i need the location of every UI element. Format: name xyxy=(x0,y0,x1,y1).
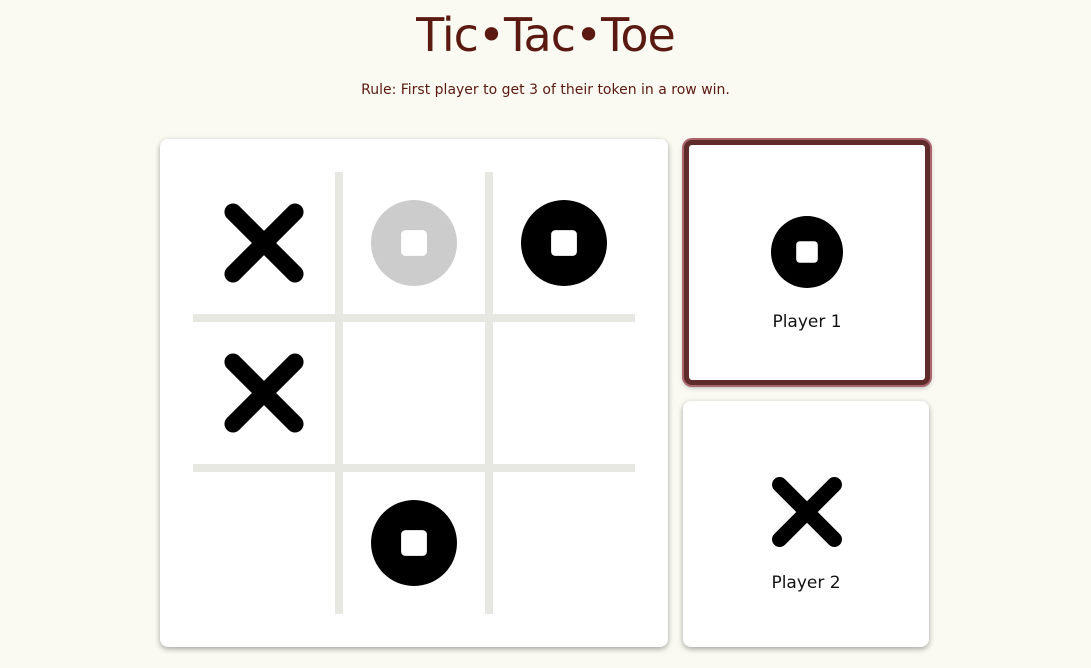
game-board xyxy=(160,139,668,647)
rule-text: Rule: First player to get 3 of their tok… xyxy=(361,82,730,98)
board-cell-r2-c2[interactable] xyxy=(339,318,489,468)
player-2-card[interactable]: Player 2 xyxy=(683,401,929,647)
board-cell-r1-c3[interactable] xyxy=(489,168,639,318)
board-cell-r2-c3[interactable] xyxy=(489,318,639,468)
cell-token xyxy=(521,350,607,436)
board-cell-r1-c2[interactable] xyxy=(339,168,489,318)
board-cell-r2-c1[interactable] xyxy=(189,318,339,468)
o-token-icon xyxy=(771,216,843,288)
cell-token xyxy=(521,200,607,286)
x-token-icon xyxy=(772,477,842,547)
page-title: Tic•Tac•Toe xyxy=(416,8,676,62)
cell-token xyxy=(221,200,307,286)
o-token-icon xyxy=(371,200,457,286)
o-token-icon xyxy=(521,200,607,286)
cell-token xyxy=(371,500,457,586)
board-cell-r3-c3[interactable] xyxy=(489,468,639,618)
cell-token xyxy=(221,500,307,586)
player-1-label: Player 1 xyxy=(772,312,842,332)
board-cell-r1-c1[interactable] xyxy=(189,168,339,318)
player-2-label: Player 2 xyxy=(771,573,841,593)
x-token-icon xyxy=(224,353,304,433)
cell-token xyxy=(371,350,457,436)
cell-token xyxy=(221,350,307,436)
board-cell-r3-c2[interactable] xyxy=(339,468,489,618)
board-cell-r3-c1[interactable] xyxy=(189,468,339,618)
player-1-token xyxy=(771,216,843,288)
x-token-icon xyxy=(224,203,304,283)
o-token-icon xyxy=(371,500,457,586)
cell-token xyxy=(521,500,607,586)
cell-token xyxy=(371,200,457,286)
player-2-token xyxy=(769,474,845,550)
player-1-card[interactable]: Player 1 xyxy=(684,140,930,385)
